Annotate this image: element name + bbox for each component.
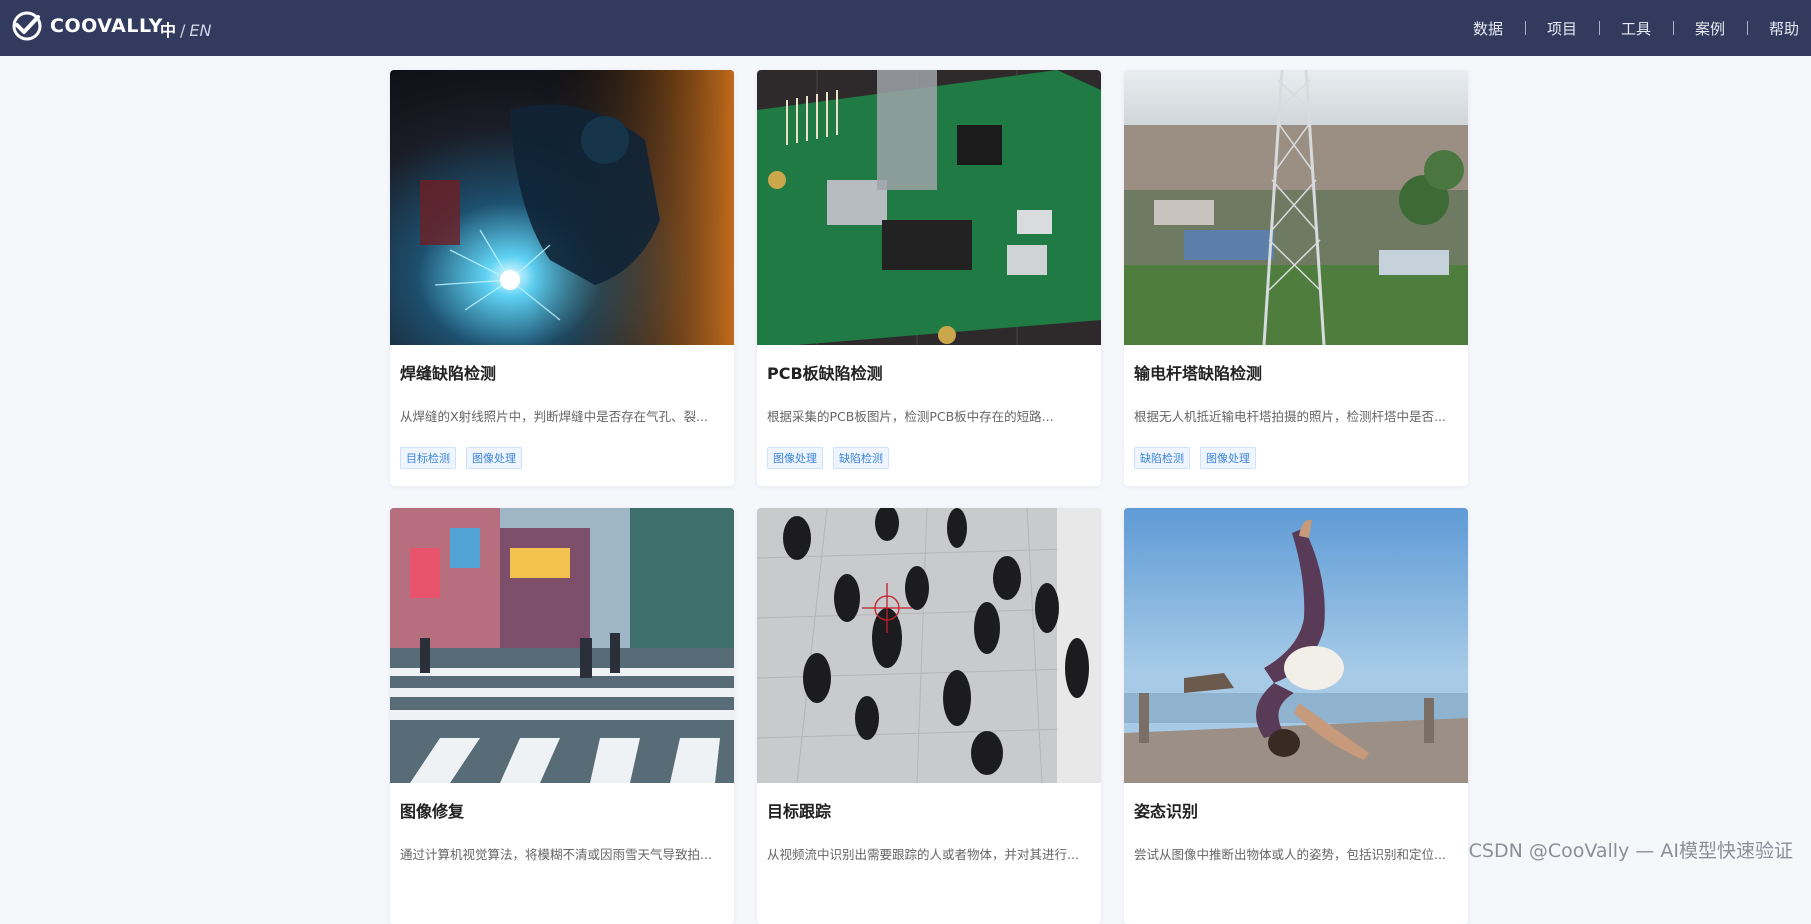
card-tags: 图像处理 缺陷检测 — [767, 447, 1091, 469]
tag-image-processing[interactable]: 图像处理 — [1200, 447, 1256, 469]
case-card-object-tracking[interactable]: 目标跟踪 从视频流中识别出需要跟踪的人或者物体，并对其进行... — [757, 508, 1101, 924]
card-description: 通过计算机视觉算法，将模糊不清或因雨雪天气导致拍... — [400, 847, 712, 862]
card-description: 从焊缝的X射线照片中，判断焊缝中是否存在气孔、裂... — [400, 409, 708, 424]
language-switch: 中 / EN — [160, 17, 211, 41]
csdn-watermark: CSDN @CooVally — AI模型快速验证 — [1468, 840, 1793, 862]
card-description: 尝试从图像中推断出物体或人的姿势，包括识别和定位... — [1134, 847, 1446, 862]
card-image-pcb-board — [757, 70, 1101, 345]
card-title: 焊缝缺陷检测 — [400, 364, 497, 383]
lang-separator: / — [180, 21, 186, 40]
card-image-yoga-pose — [1124, 508, 1468, 783]
case-card-pcb-defect[interactable]: PCB板缺陷检测 根据采集的PCB板图片，检测PCB板中存在的短路... 图像处… — [757, 70, 1101, 486]
tag-image-processing[interactable]: 图像处理 — [767, 447, 823, 469]
nav-item-help[interactable]: 帮助 — [1747, 18, 1811, 39]
case-card-tower-defect[interactable]: 输电杆塔缺陷检测 根据无人机抵近输电杆塔拍摄的照片，检测杆塔中是否... 缺陷检… — [1124, 70, 1468, 486]
card-description: 根据采集的PCB板图片，检测PCB板中存在的短路... — [767, 409, 1054, 424]
card-image-rainy-street — [390, 508, 734, 783]
tag-defect-detection[interactable]: 缺陷检测 — [1134, 447, 1190, 469]
card-tags: 缺陷检测 图像处理 — [1134, 447, 1458, 469]
case-card-grid: 焊缝缺陷检测 从焊缝的X射线照片中，判断焊缝中是否存在气孔、裂... 目标检测 … — [390, 70, 1470, 924]
card-description: 从视频流中识别出需要跟踪的人或者物体，并对其进行... — [767, 847, 1079, 862]
card-title: 输电杆塔缺陷检测 — [1134, 364, 1263, 383]
nav-item-projects[interactable]: 项目 — [1524, 18, 1599, 39]
nav-item-data[interactable]: 数据 — [1451, 18, 1525, 39]
case-card-image-restoration[interactable]: 图像修复 通过计算机视觉算法，将模糊不清或因雨雪天气导致拍... — [390, 508, 734, 924]
tag-image-processing[interactable]: 图像处理 — [466, 447, 522, 469]
top-navigation-bar: COOVALLY 中 / EN 数据 项目 工具 案例 帮助 — [0, 0, 1811, 56]
card-image-crowd-tracking — [757, 508, 1101, 783]
tag-defect-detection[interactable]: 缺陷检测 — [833, 447, 889, 469]
card-title: 图像修复 — [400, 802, 465, 821]
card-description: 根据无人机抵近输电杆塔拍摄的照片，检测杆塔中是否... — [1134, 409, 1446, 424]
tag-object-detection[interactable]: 目标检测 — [400, 447, 456, 469]
card-tags: 目标检测 图像处理 — [400, 447, 724, 469]
lang-en-option[interactable]: EN — [189, 21, 211, 40]
main-nav: 数据 项目 工具 案例 帮助 — [1451, 0, 1811, 56]
nav-item-cases[interactable]: 案例 — [1672, 18, 1747, 39]
case-card-weld-defect[interactable]: 焊缝缺陷检测 从焊缝的X射线照片中，判断焊缝中是否存在气孔、裂... 目标检测 … — [390, 70, 734, 486]
card-title: 目标跟踪 — [767, 802, 832, 821]
brand-logo[interactable]: COOVALLY — [10, 11, 163, 41]
card-image-welding — [390, 70, 734, 345]
case-card-pose-recognition[interactable]: 姿态识别 尝试从图像中推断出物体或人的姿势，包括识别和定位... — [1124, 508, 1468, 924]
brand-name: COOVALLY — [50, 15, 163, 37]
card-title: PCB板缺陷检测 — [767, 364, 883, 383]
card-image-power-tower — [1124, 70, 1468, 345]
nav-item-tools[interactable]: 工具 — [1598, 18, 1673, 39]
card-title: 姿态识别 — [1134, 802, 1199, 821]
lang-zh-option[interactable]: 中 — [160, 21, 176, 40]
coovally-logo-icon — [12, 11, 42, 41]
